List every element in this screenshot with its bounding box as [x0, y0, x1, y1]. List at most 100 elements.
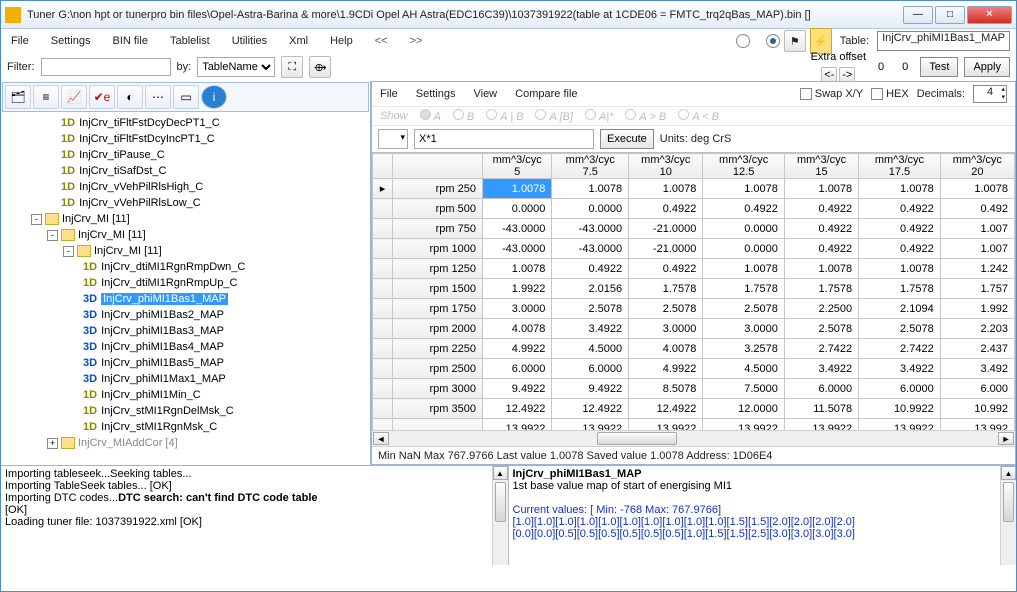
h-scrollbar[interactable]: ◄► — [372, 430, 1015, 446]
cell[interactable]: -43.0000 — [552, 219, 629, 239]
offset2-spinner[interactable]: 0 — [896, 58, 914, 76]
cell[interactable]: -43.0000 — [552, 239, 629, 259]
show-aib-radio[interactable]: A|* — [599, 111, 613, 123]
cell[interactable]: -21.0000 — [629, 239, 703, 259]
tree-item[interactable]: -InjCrv_MI [11] — [5, 243, 366, 259]
cell[interactable]: 2.5078 — [784, 319, 858, 339]
cell[interactable]: 4.5000 — [703, 359, 785, 379]
cell[interactable]: 8.5078 — [629, 379, 703, 399]
data-grid[interactable]: mm^3/cyc 5mm^3/cyc 7.5mm^3/cyc 10mm^3/cy… — [372, 152, 1015, 430]
cell[interactable]: 1.007 — [940, 219, 1014, 239]
row-header[interactable] — [393, 419, 483, 431]
tree-item[interactable]: 1DInjCrv_tiSafDst_C — [5, 163, 366, 179]
cell[interactable]: 2.7422 — [859, 339, 941, 359]
cell[interactable]: 12.4922 — [629, 399, 703, 419]
menu-help[interactable]: Help — [326, 33, 357, 49]
cell[interactable]: 6.000 — [940, 379, 1014, 399]
cell[interactable]: 2.5078 — [703, 299, 785, 319]
nav-prev[interactable]: << — [371, 33, 392, 49]
cell[interactable]: 13.9922 — [859, 419, 941, 431]
cell[interactable]: 9.4922 — [483, 379, 552, 399]
radio-b-icon[interactable] — [766, 34, 780, 48]
row-header[interactable]: rpm 1250 — [393, 259, 483, 279]
cell[interactable]: 1.0078 — [552, 179, 629, 199]
cell[interactable]: 13.9922 — [784, 419, 858, 431]
tree-item[interactable]: +InjCrv_MIAddCor [4] — [5, 435, 366, 451]
info-scrollbar[interactable]: ▲ — [1000, 466, 1016, 565]
cell[interactable]: 1.007 — [940, 239, 1014, 259]
hex-checkbox[interactable] — [871, 88, 883, 100]
tree-item[interactable]: 3DInjCrv_phiMI1Bas2_MAP — [5, 307, 366, 323]
cell[interactable]: 3.4922 — [859, 359, 941, 379]
row-header[interactable]: rpm 2000 — [393, 319, 483, 339]
minimize-button[interactable]: — — [903, 6, 933, 24]
cell[interactable]: 0.0000 — [483, 199, 552, 219]
cell[interactable]: 6.0000 — [859, 379, 941, 399]
cell[interactable]: 2.203 — [940, 319, 1014, 339]
tree-item[interactable]: 1DInjCrv_stMI1RgnMsk_C — [5, 419, 366, 435]
cell[interactable]: 1.992 — [940, 299, 1014, 319]
cell[interactable]: 0.492 — [940, 199, 1014, 219]
menu-utilities[interactable]: Utilities — [228, 33, 271, 49]
dots-icon[interactable]: ⋯ — [145, 85, 171, 109]
cell[interactable]: 2.7422 — [784, 339, 858, 359]
tree-item[interactable]: 1DInjCrv_stMI1RgnDelMsk_C — [5, 403, 366, 419]
cell[interactable]: 0.4922 — [703, 199, 785, 219]
cell[interactable]: 0.0000 — [703, 239, 785, 259]
cell[interactable]: 1.0078 — [703, 259, 785, 279]
tree-icon[interactable]: 🗂 — [5, 85, 31, 109]
cell[interactable]: 12.4922 — [483, 399, 552, 419]
show-b-radio[interactable]: B — [467, 111, 474, 123]
cell[interactable]: 1.0078 — [703, 179, 785, 199]
cell[interactable]: -43.0000 — [483, 239, 552, 259]
tree-item[interactable]: 3DInjCrv_phiMI1Bas3_MAP — [5, 323, 366, 339]
graph-icon[interactable]: 📈 — [61, 85, 87, 109]
row-header[interactable]: rpm 250 — [393, 179, 483, 199]
tree-item[interactable]: 1DInjCrv_vVehPilRlsLow_C — [5, 195, 366, 211]
list-icon[interactable]: ≡ — [33, 85, 59, 109]
col-header[interactable]: mm^3/cyc 10 — [629, 154, 703, 179]
cell[interactable]: 4.0078 — [483, 319, 552, 339]
cell[interactable]: 1.0078 — [859, 259, 941, 279]
row-header[interactable]: rpm 1750 — [393, 299, 483, 319]
tree-item[interactable]: 1DInjCrv_tiFltFstDcyIncPT1_C — [5, 131, 366, 147]
row-header[interactable]: rpm 3000 — [393, 379, 483, 399]
close-button[interactable]: ✕ — [967, 6, 1012, 24]
execute-button[interactable]: Execute — [600, 129, 654, 149]
cell[interactable]: 1.0078 — [483, 179, 552, 199]
info-icon[interactable]: i — [201, 85, 227, 109]
cell[interactable]: 1.0078 — [784, 179, 858, 199]
cell[interactable]: 6.0000 — [552, 359, 629, 379]
cell[interactable]: 9.4922 — [552, 379, 629, 399]
cell[interactable]: 4.5000 — [552, 339, 629, 359]
cell[interactable]: 10.9922 — [859, 399, 941, 419]
show-ab-radio[interactable]: A | B — [500, 111, 523, 123]
cell[interactable]: 2.1094 — [859, 299, 941, 319]
show-a-radio[interactable]: A — [434, 111, 441, 123]
cell[interactable]: 1.7578 — [859, 279, 941, 299]
cell[interactable]: 1.0078 — [483, 259, 552, 279]
menu-tablelist[interactable]: Tablelist — [166, 33, 214, 49]
cell[interactable]: 2.437 — [940, 339, 1014, 359]
row-header[interactable]: rpm 2250 — [393, 339, 483, 359]
cell[interactable]: 3.0000 — [629, 319, 703, 339]
rmenu-settings[interactable]: Settings — [416, 88, 456, 100]
cell[interactable]: 6.0000 — [784, 379, 858, 399]
cell[interactable]: -21.0000 — [629, 219, 703, 239]
cell[interactable]: 3.2578 — [703, 339, 785, 359]
cell[interactable]: 13.9922 — [483, 419, 552, 431]
menu-file[interactable]: File — [7, 33, 33, 49]
col-header[interactable]: mm^3/cyc 20 — [940, 154, 1014, 179]
cell[interactable]: 0.4922 — [629, 259, 703, 279]
row-header[interactable]: rpm 1500 — [393, 279, 483, 299]
cell[interactable]: 1.7578 — [784, 279, 858, 299]
cell[interactable]: 0.4922 — [784, 239, 858, 259]
cell[interactable]: 4.0078 — [629, 339, 703, 359]
show-abr-radio[interactable]: A [B] — [549, 111, 572, 123]
cell[interactable]: 1.0078 — [629, 179, 703, 199]
tree-item[interactable]: 3DInjCrv_phiMI1Bas5_MAP — [5, 355, 366, 371]
cell[interactable]: 1.757 — [940, 279, 1014, 299]
flag-icon[interactable]: ⚑ — [784, 30, 806, 52]
show-agb-radio[interactable]: A > B — [639, 111, 666, 123]
row-header[interactable]: rpm 2500 — [393, 359, 483, 379]
